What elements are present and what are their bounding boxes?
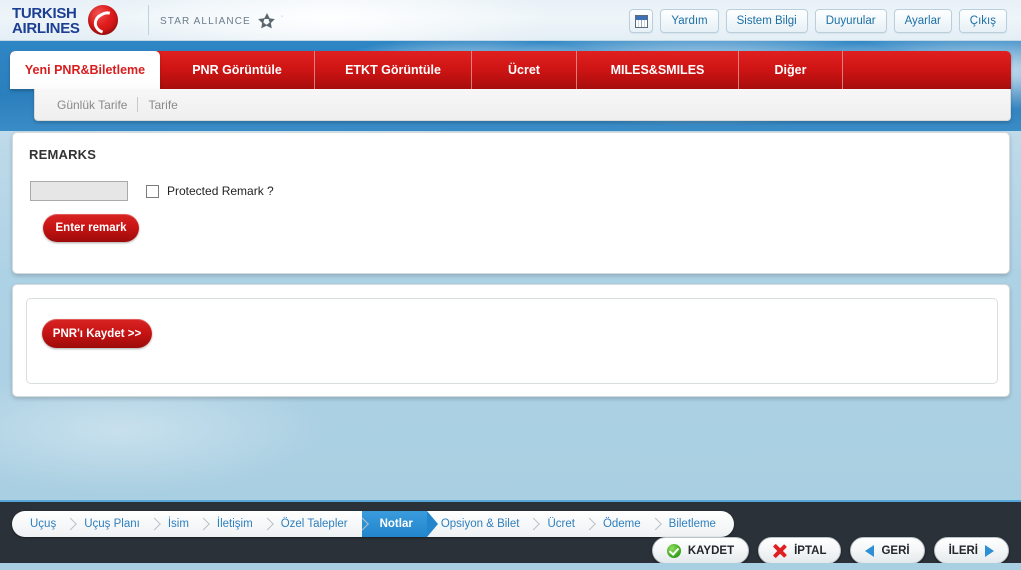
tab-miles-and-smiles[interactable]: MILES&SMILES — [577, 51, 739, 89]
arrow-left-icon — [865, 544, 875, 557]
step-odeme[interactable]: Ödeme — [589, 511, 655, 537]
header-button-sistem-bilgi[interactable]: Sistem Bilgi — [725, 9, 808, 33]
kaydet-button[interactable]: KAYDET — [651, 537, 750, 564]
remark-input-row: Protected Remark ? — [30, 181, 274, 201]
kaydet-button-label: KAYDET — [687, 544, 735, 557]
header-button-yardim[interactable]: Yardım — [660, 9, 719, 33]
step-ucus[interactable]: Uçuş — [16, 511, 70, 537]
step-ucret[interactable]: Ücret — [533, 511, 588, 537]
table-icon-button[interactable] — [629, 9, 654, 33]
protected-remark-checkbox[interactable] — [146, 184, 159, 198]
iptal-button-label: İPTAL — [794, 544, 827, 557]
step-notlar[interactable]: Notlar — [361, 511, 427, 537]
header-button-ayarlar[interactable]: Ayarlar — [893, 9, 952, 33]
header-button-cikis[interactable]: Çıkış — [958, 9, 1007, 33]
star-alliance-star-icon — [257, 13, 277, 31]
step-iletisim[interactable]: İletişim — [203, 511, 267, 537]
remarks-title: REMARKS — [29, 147, 97, 162]
step-isim[interactable]: İsim — [154, 511, 203, 537]
step-opsiyon-bilet[interactable]: Opsiyon & Bilet — [427, 511, 534, 537]
logo-text-line1: TURKISH — [12, 4, 77, 22]
arrow-right-icon — [985, 544, 994, 557]
star-alliance-logo: STAR ALLIANCE · — [160, 13, 284, 31]
geri-button[interactable]: GERİ — [850, 537, 925, 564]
close-x-icon — [773, 544, 787, 558]
tab-ucret[interactable]: Ücret — [472, 51, 577, 89]
table-icon — [634, 14, 648, 28]
tab-yeni-pnr-biletleme[interactable]: Yeni PNR&Biletleme — [10, 51, 160, 89]
save-pnr-inner-box — [26, 298, 998, 384]
app-footer: Uçuş Uçuş Planı İsim İletişim Özel Talep… — [0, 500, 1021, 564]
step-breadcrumb: Uçuş Uçuş Planı İsim İletişim Özel Talep… — [12, 511, 734, 537]
protected-remark-label: Protected Remark ? — [167, 184, 274, 198]
turkish-airlines-crane-icon — [88, 5, 118, 35]
tab-pnr-goruntule[interactable]: PNR Görüntüle — [160, 51, 315, 89]
sub-navigation: Günlük Tarife Tarife — [34, 89, 1011, 121]
check-circle-icon — [666, 543, 681, 558]
step-ucus-plani[interactable]: Uçuş Planı — [70, 511, 154, 537]
star-alliance-label: STAR ALLIANCE — [160, 15, 251, 27]
header-actions: Yardım Sistem Bilgi Duyurular Ayarlar Çı… — [629, 9, 1007, 33]
submenu-item-tarife[interactable]: Tarife — [138, 98, 187, 112]
tab-filler — [843, 51, 1011, 89]
save-pnr-button[interactable]: PNR'ı Kaydet >> — [42, 319, 152, 348]
star-alliance-superscript: · — [280, 13, 284, 20]
remark-input[interactable] — [30, 181, 128, 201]
submenu-item-gunluk-tarife[interactable]: Günlük Tarife — [47, 98, 137, 112]
app-header: TURKISH AIRLINES STAR ALLIANCE · Yardım … — [0, 0, 1021, 41]
logo-text-line2: AIRLINES — [12, 19, 80, 37]
ileri-button[interactable]: İLERİ — [933, 537, 1009, 564]
main-navigation: Yeni PNR&Biletleme PNR Görüntüle ETKT Gö… — [10, 51, 1011, 121]
nav-tabs: Yeni PNR&Biletleme PNR Görüntüle ETKT Gö… — [10, 51, 1011, 89]
header-divider — [148, 5, 149, 35]
step-ozel-talepler[interactable]: Özel Talepler — [267, 511, 362, 537]
enter-remark-button[interactable]: Enter remark — [43, 214, 139, 242]
tab-diger[interactable]: Diğer — [739, 51, 843, 89]
tab-etkt-goruntule[interactable]: ETKT Görüntüle — [315, 51, 472, 89]
remarks-panel: REMARKS Protected Remark ? Enter remark — [12, 132, 1010, 274]
header-button-duyurular[interactable]: Duyurular — [814, 9, 887, 33]
footer-actions: KAYDET İPTAL GERİ İLERİ — [651, 537, 1009, 564]
ileri-button-label: İLERİ — [948, 544, 978, 557]
step-biletleme[interactable]: Biletleme — [655, 511, 730, 537]
geri-button-label: GERİ — [881, 544, 910, 557]
turkish-airlines-logo[interactable]: TURKISH AIRLINES — [12, 1, 142, 40]
iptal-button[interactable]: İPTAL — [758, 537, 842, 564]
footer-bottom-strip — [0, 563, 1021, 570]
